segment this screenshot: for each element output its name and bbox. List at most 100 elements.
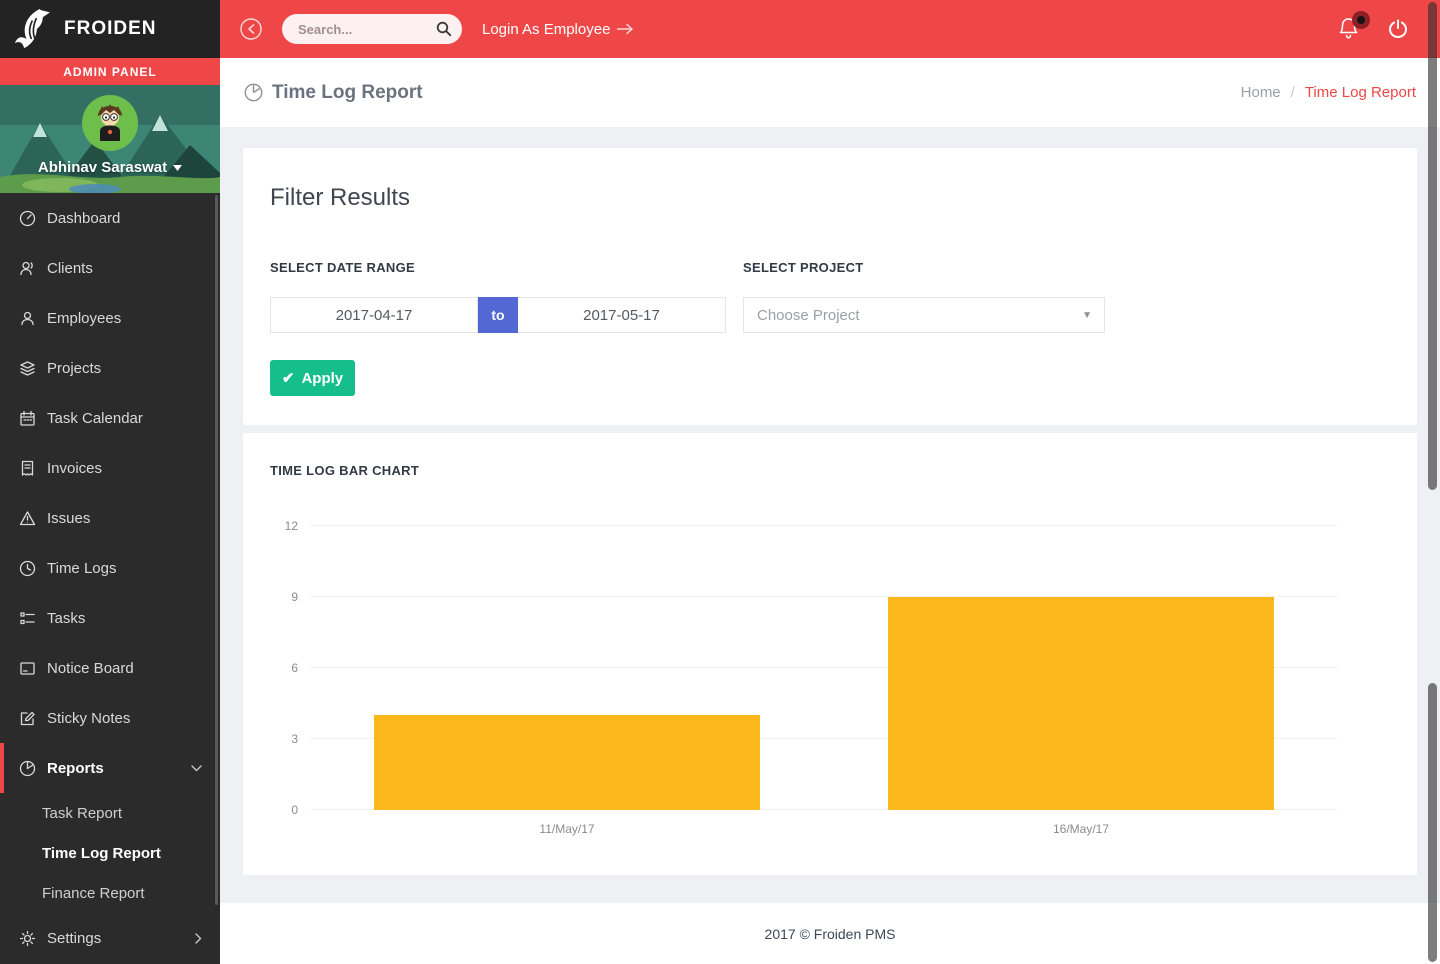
notifications-bell-icon[interactable] (1338, 17, 1360, 41)
sidebar-item-label: Task Calendar (47, 410, 143, 427)
sidebar-item-dashboard[interactable]: Dashboard (0, 193, 220, 243)
sidebar-item-label: Sticky Notes (47, 710, 130, 727)
date-from-input[interactable] (270, 297, 478, 333)
sidebar-item-label: Employees (47, 310, 121, 327)
page-content: Filter Results SELECT DATE RANGE to SELE… (220, 127, 1440, 903)
chart-bar-11-may-17[interactable] (374, 715, 760, 810)
page-scrollbar-thumb-top[interactable] (1428, 2, 1437, 490)
projects-icon (18, 359, 36, 377)
sidebar-item-label: Tasks (47, 610, 85, 627)
sidebar-item-settings[interactable]: Settings (0, 913, 220, 963)
project-label: SELECT PROJECT (743, 260, 1105, 275)
sidebar-item-label: Invoices (47, 460, 102, 477)
sidebar-item-invoices[interactable]: Invoices (0, 443, 220, 493)
sidebar-item-task-calendar[interactable]: Task Calendar (0, 393, 220, 443)
sidebar-item-projects[interactable]: Projects (0, 343, 220, 393)
sidebar-collapse-icon[interactable] (240, 18, 262, 40)
app-root: FROIDEN ADMIN PANEL (0, 0, 1440, 964)
sidebar-item-label: Notice Board (47, 660, 134, 677)
filter-results-card: Filter Results SELECT DATE RANGE to SELE… (243, 148, 1417, 425)
sidebar-menu: Dashboard Clients Employees Projects Task Ca… (0, 193, 220, 963)
admin-panel-banner: ADMIN PANEL (0, 58, 220, 85)
sidebar-scrollbar[interactable] (215, 195, 218, 905)
sidebar-item-issues[interactable]: Issues (0, 493, 220, 543)
chart-x-axis: 11/May/1716/May/17 (310, 822, 1338, 836)
page-title-label: Time Log Report (272, 82, 423, 104)
froiden-bird-logo-icon (14, 7, 54, 51)
x-tick-label: 11/May/17 (310, 822, 824, 836)
search-box[interactable] (282, 14, 462, 44)
y-tick-label: 3 (291, 732, 298, 746)
user-profile[interactable]: Abhinav Saraswat (0, 85, 220, 193)
search-input[interactable] (298, 22, 430, 37)
page-title: Time Log Report (244, 82, 423, 104)
logout-power-icon[interactable] (1388, 19, 1408, 39)
sidebar-subitem-label: Task Report (42, 805, 122, 822)
login-as-employee-label: Login As Employee (482, 21, 610, 38)
calendar-icon (18, 409, 36, 427)
chevron-right-icon (195, 933, 202, 944)
project-select[interactable]: Choose Project ▼ (743, 297, 1105, 333)
sidebar-item-notice-board[interactable]: Notice Board (0, 643, 220, 693)
date-to-input[interactable] (518, 297, 726, 333)
chart-bar-16-may-17[interactable] (888, 597, 1274, 810)
time-log-chart-card: TIME LOG BAR CHART 0 3 6 9 12 11/May/1716/Ma… (243, 433, 1417, 875)
check-icon: ✔ (282, 369, 295, 387)
sidebar-item-label: Dashboard (47, 210, 120, 227)
breadcrumb: Home / Time Log Report (1241, 84, 1416, 101)
login-as-employee-link[interactable]: Login As Employee (482, 21, 634, 38)
sidebar-item-label: Time Logs (47, 560, 116, 577)
brand-header[interactable]: FROIDEN (0, 0, 220, 58)
topbar-actions (1338, 17, 1422, 41)
sidebar-subitem-finance-report[interactable]: Finance Report (0, 873, 220, 913)
chart-title: TIME LOG BAR CHART (270, 463, 1390, 478)
sidebar-subitem-label: Time Log Report (42, 845, 161, 862)
apply-button[interactable]: ✔ Apply (270, 360, 355, 396)
breadcrumb-current: Time Log Report (1305, 84, 1416, 101)
filter-results-title: Filter Results (270, 184, 1390, 212)
tasks-icon (18, 609, 36, 627)
avatar[interactable] (82, 95, 138, 151)
settings-icon (18, 929, 36, 947)
sidebar-item-reports[interactable]: Reports (0, 743, 220, 793)
y-tick-label: 12 (285, 519, 298, 533)
search-icon[interactable] (436, 21, 452, 37)
user-caret-icon (173, 165, 182, 171)
sidebar-item-time-logs[interactable]: Time Logs (0, 543, 220, 593)
user-name[interactable]: Abhinav Saraswat (38, 159, 182, 176)
apply-button-label: Apply (301, 370, 343, 387)
date-range-picker: to (270, 297, 726, 333)
breadcrumb-separator: / (1291, 84, 1295, 101)
sidebar-item-label: Issues (47, 510, 90, 527)
topbar: Login As Employee (220, 0, 1440, 58)
user-name-label: Abhinav Saraswat (38, 159, 167, 176)
invoices-icon (18, 459, 36, 477)
sidebar-item-sticky-notes[interactable]: Sticky Notes (0, 693, 220, 743)
reports-icon (18, 759, 36, 777)
employees-icon (18, 309, 36, 327)
sidebar-item-clients[interactable]: Clients (0, 243, 220, 293)
board-icon (18, 659, 36, 677)
y-tick-label: 0 (291, 803, 298, 817)
sidebar-item-label: Clients (47, 260, 93, 277)
chart-y-axis: 036912 (270, 526, 310, 810)
footer: 2017 © Froiden PMS (220, 903, 1440, 964)
y-tick-label: 6 (291, 661, 298, 675)
notes-icon (18, 709, 36, 727)
notification-badge (1352, 11, 1370, 29)
sidebar-item-employees[interactable]: Employees (0, 293, 220, 343)
chevron-down-icon (191, 765, 202, 772)
page-scrollbar-thumb-bottom[interactable] (1428, 683, 1437, 962)
sidebar-subitem-task-report[interactable]: Task Report (0, 793, 220, 833)
sidebar-item-label: Projects (47, 360, 101, 377)
sidebar-subitem-time-log-report[interactable]: Time Log Report (0, 833, 220, 873)
sidebar-item-label: Settings (47, 930, 101, 947)
breadcrumb-home-link[interactable]: Home (1241, 84, 1281, 101)
clock-icon (18, 559, 36, 577)
copyright-text: 2017 © Froiden PMS (765, 926, 896, 942)
brand-name: FROIDEN (64, 18, 157, 40)
bar-chart: 036912 (270, 526, 1390, 810)
y-tick-label: 9 (291, 590, 298, 604)
arrow-right-icon (617, 23, 634, 35)
sidebar-item-tasks[interactable]: Tasks (0, 593, 220, 643)
